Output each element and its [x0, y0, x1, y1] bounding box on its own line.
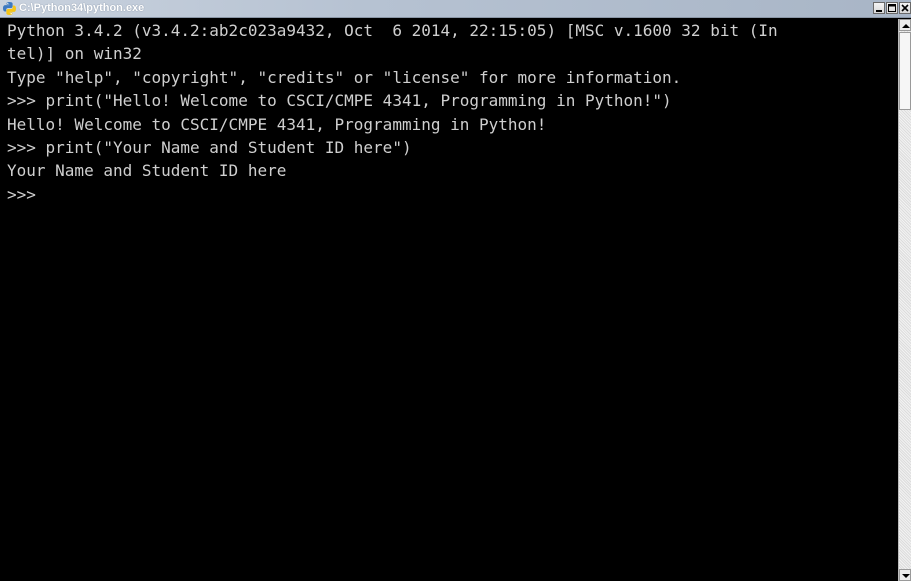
minimize-icon: [876, 10, 882, 12]
title-bar[interactable]: C:\Python34\python.exe: [0, 0, 911, 18]
maximize-button[interactable]: [886, 2, 898, 14]
vertical-scrollbar[interactable]: [898, 19, 911, 581]
console-window: C:\Python34\python.exe Python 3.4.2 (v3.…: [0, 0, 911, 581]
scroll-up-button[interactable]: [899, 19, 911, 31]
close-icon: [901, 4, 909, 12]
console-line: Type "help", "copyright", "credits" or "…: [7, 67, 682, 87]
scrollbar-thumb[interactable]: [899, 32, 911, 110]
console-line: tel)] on win32: [7, 44, 142, 64]
console-output[interactable]: Python 3.4.2 (v3.4.2:ab2c023a9432, Oct 6…: [0, 19, 898, 581]
python-icon[interactable]: [2, 1, 17, 16]
console-line: Your Name and Student ID here: [7, 161, 287, 181]
console-line: Hello! Welcome to CSCI/CMPE 4341, Progra…: [7, 114, 547, 134]
window-controls: [872, 2, 911, 16]
arrow-up-icon: [902, 24, 910, 28]
window-title: C:\Python34\python.exe: [19, 2, 145, 14]
console-line: >>> print("Hello! Welcome to CSCI/CMPE 4…: [7, 91, 672, 111]
console-line: Python 3.4.2 (v3.4.2:ab2c023a9432, Oct 6…: [7, 21, 778, 40]
arrow-down-icon: [902, 574, 910, 578]
console-prompt[interactable]: >>>: [0, 183, 898, 206]
console-line: >>> print("Your Name and Student ID here…: [7, 138, 412, 158]
minimize-button[interactable]: [873, 2, 885, 14]
maximize-icon: [888, 4, 896, 12]
close-button[interactable]: [899, 2, 911, 14]
scroll-down-button[interactable]: [899, 569, 911, 581]
